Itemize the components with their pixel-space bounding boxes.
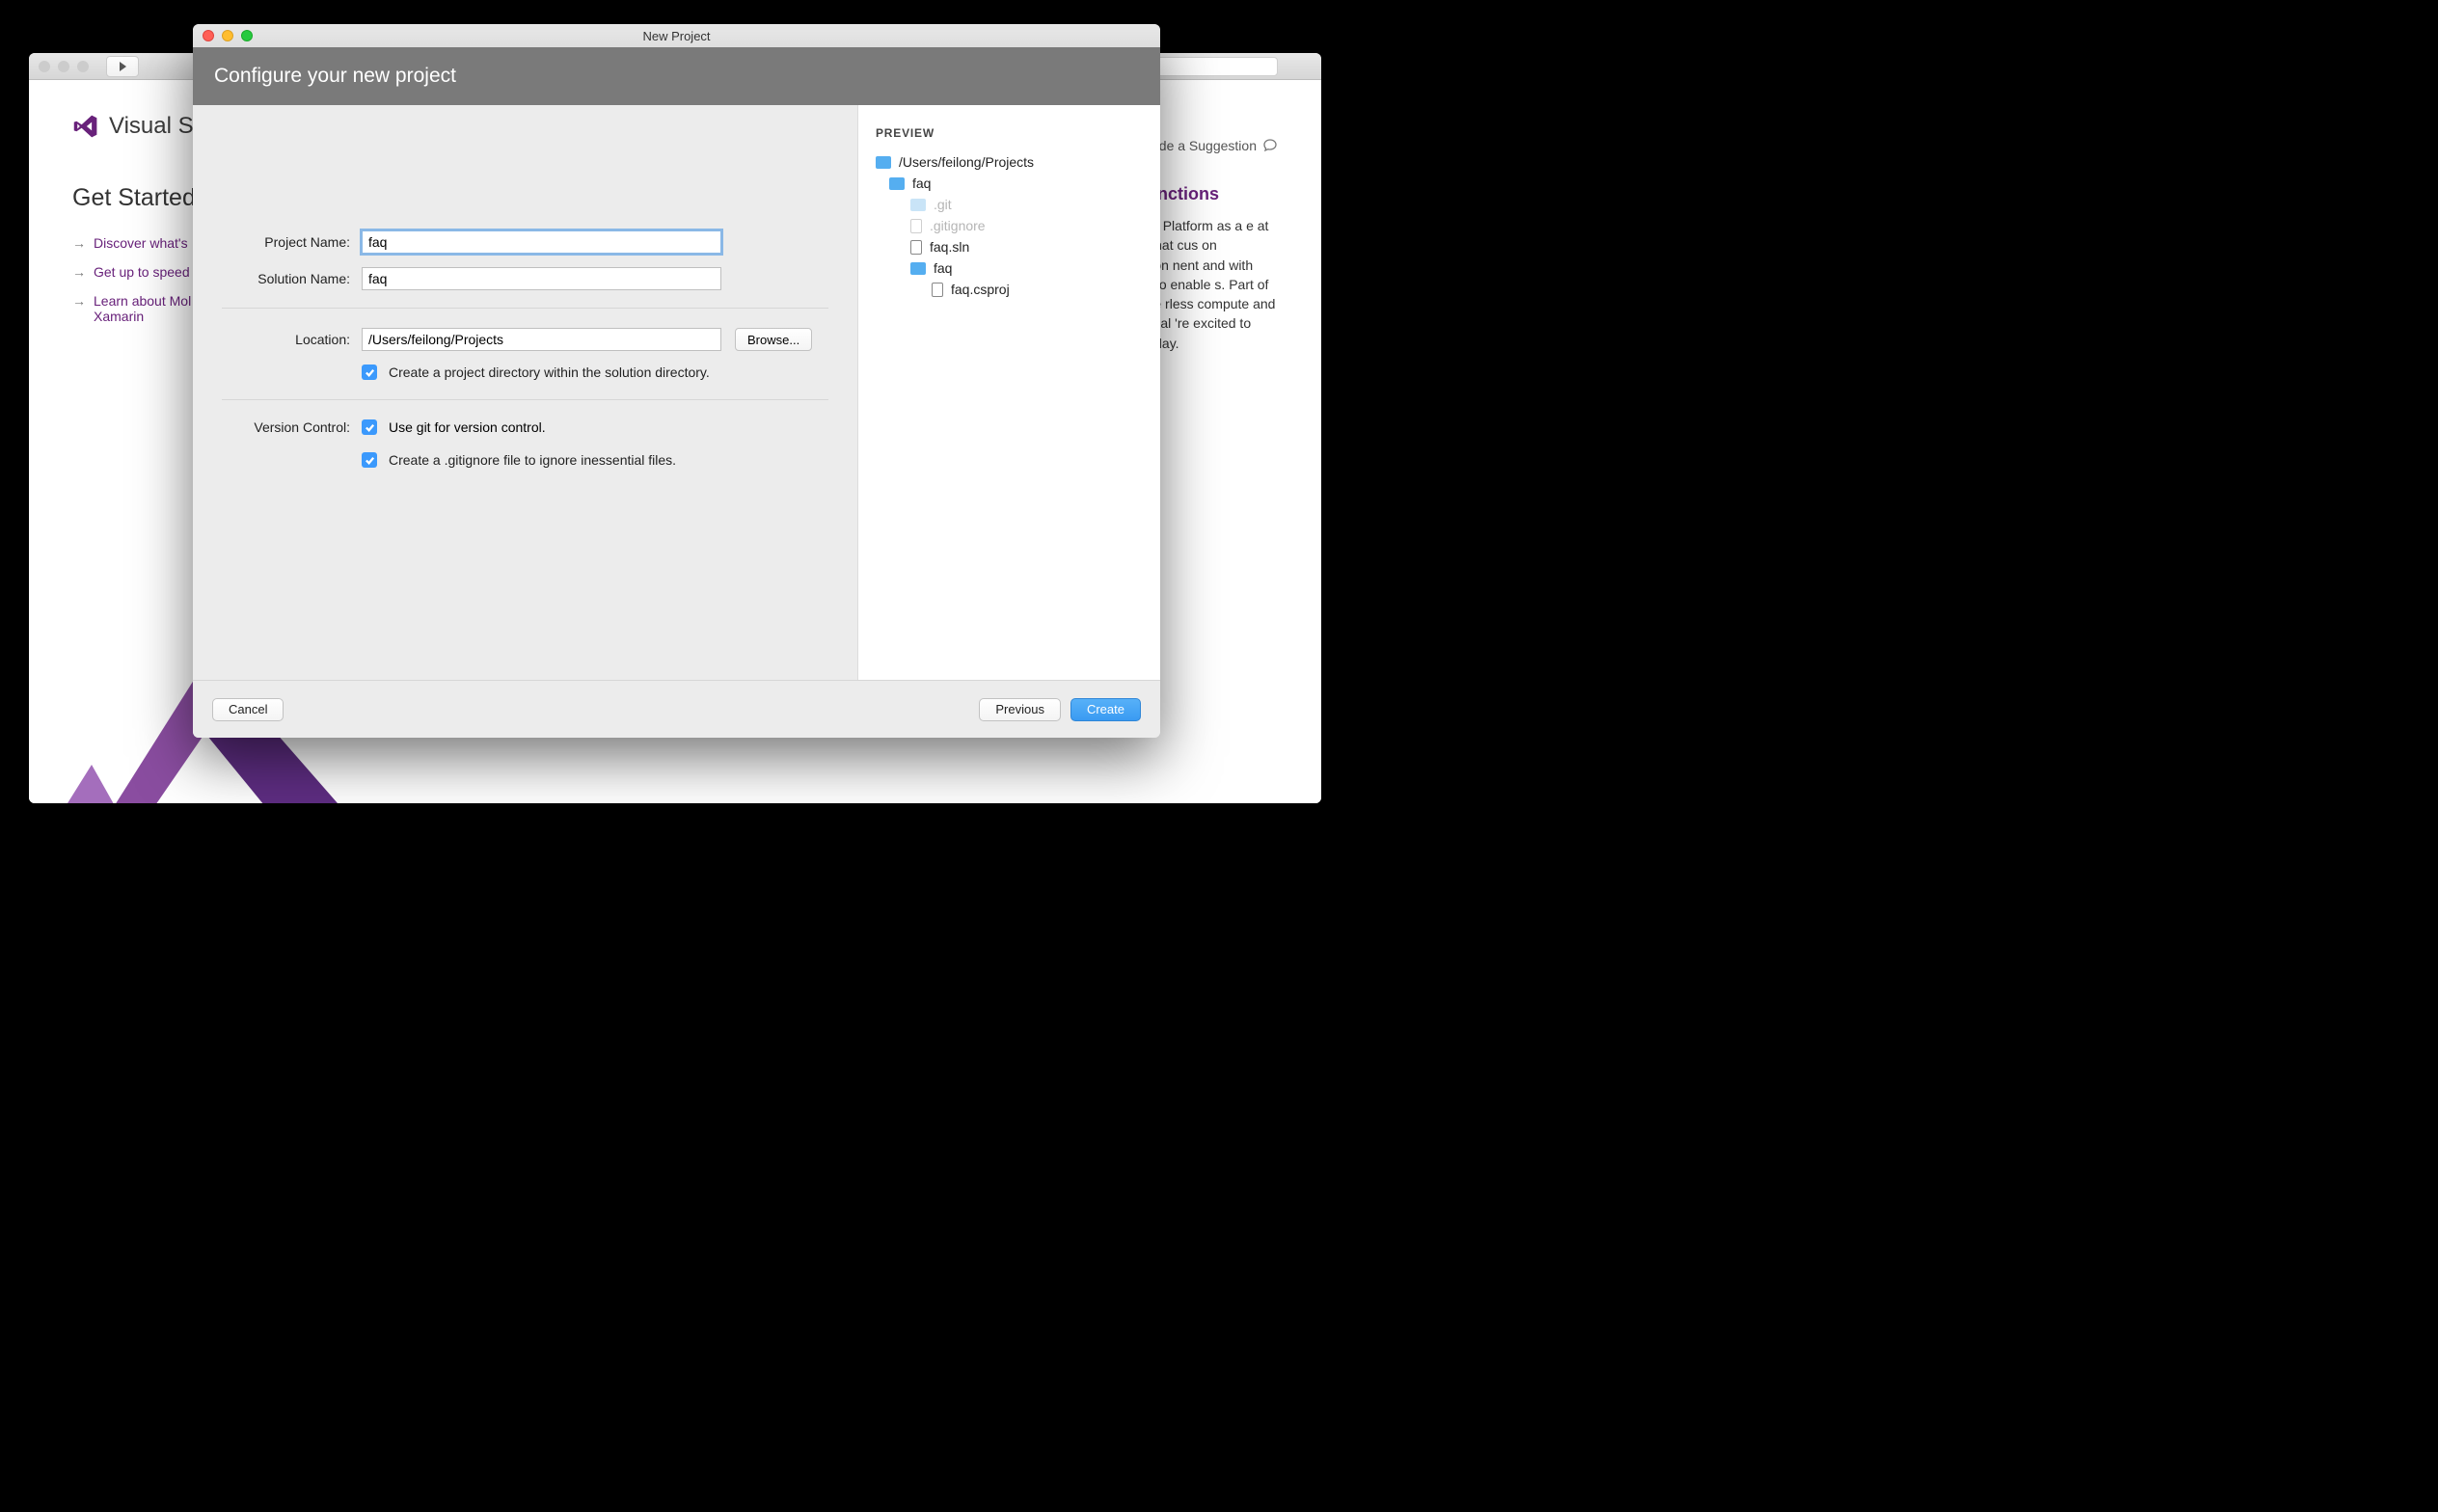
folder-icon: [876, 156, 891, 169]
location-input[interactable]: [362, 328, 721, 351]
folder-icon: [910, 199, 926, 211]
run-button[interactable]: [106, 56, 139, 77]
min-dot[interactable]: [58, 61, 69, 72]
tree-node-csproj: faq.csproj: [876, 279, 1143, 300]
version-control-label: Version Control:: [222, 419, 362, 435]
folder-icon: [889, 177, 905, 190]
cancel-button[interactable]: Cancel: [212, 698, 284, 721]
solution-name-label: Solution Name:: [222, 271, 362, 286]
gitignore-label: Create a .gitignore file to ignore iness…: [389, 452, 676, 468]
dialog-min-icon[interactable]: [222, 30, 233, 41]
dialog-close-icon[interactable]: [203, 30, 214, 41]
file-icon: [932, 283, 943, 297]
tree-node-gitignore: .gitignore: [876, 215, 1143, 236]
tree-node-root: /Users/feilong/Projects: [876, 151, 1143, 173]
tree-node-projdir: faq: [876, 257, 1143, 279]
create-button[interactable]: Create: [1070, 698, 1141, 721]
use-git-label: Use git for version control.: [389, 419, 546, 435]
close-dot[interactable]: [39, 61, 50, 72]
tree-node-gitdir: .git: [876, 194, 1143, 215]
chat-bubble-icon: [1262, 138, 1278, 153]
traffic-lights-parent: [39, 61, 89, 72]
dialog-titlebar: New Project: [193, 24, 1160, 47]
previous-button[interactable]: Previous: [979, 698, 1061, 721]
browse-button[interactable]: Browse...: [735, 328, 812, 351]
project-name-label: Project Name:: [222, 234, 362, 250]
visual-studio-icon: [72, 113, 99, 140]
preview-title: PREVIEW: [876, 126, 1143, 140]
form-pane: Project Name: Solution Name: Location: B…: [193, 105, 857, 680]
dialog-title: New Project: [642, 29, 710, 43]
location-label: Location:: [222, 332, 362, 347]
file-icon: [910, 240, 922, 255]
max-dot[interactable]: [77, 61, 89, 72]
use-git-checkbox[interactable]: [362, 419, 377, 435]
dialog-max-icon[interactable]: [241, 30, 253, 41]
folder-icon: [910, 262, 926, 275]
preview-pane: PREVIEW /Users/feilong/Projects faq .git…: [857, 105, 1160, 680]
file-icon: [910, 219, 922, 233]
create-dir-label: Create a project directory within the so…: [389, 364, 710, 380]
tree-node-solution-dir: faq: [876, 173, 1143, 194]
dialog-header: Configure your new project: [193, 47, 1160, 105]
new-project-dialog: New Project Configure your new project P…: [193, 24, 1160, 738]
solution-name-input[interactable]: [362, 267, 721, 290]
tree-node-sln: faq.sln: [876, 236, 1143, 257]
traffic-lights-dialog: [203, 30, 253, 41]
gitignore-checkbox[interactable]: [362, 452, 377, 468]
create-dir-checkbox[interactable]: [362, 364, 377, 380]
project-name-input[interactable]: [362, 230, 721, 254]
dialog-footer: Cancel Previous Create: [193, 680, 1160, 738]
